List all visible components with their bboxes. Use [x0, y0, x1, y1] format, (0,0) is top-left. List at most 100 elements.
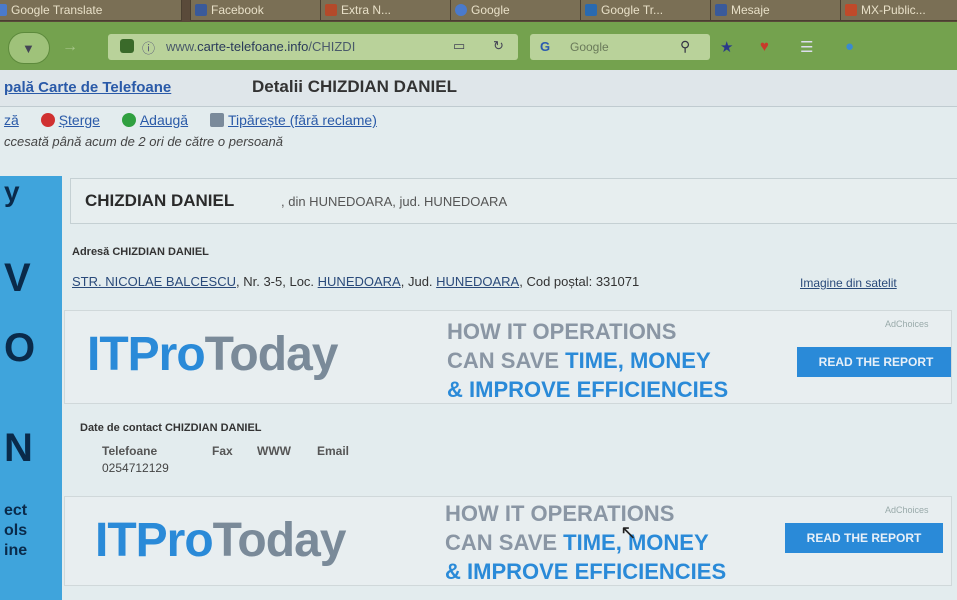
search-bar[interactable]: G Google ⚲	[530, 34, 710, 60]
contact-column-header: Fax	[212, 444, 233, 458]
url-path: /CHIZDI	[308, 39, 356, 54]
ad-banner[interactable]: ITProToday HOW IT OPERATIONS CAN SAVE TI…	[64, 496, 952, 586]
address-line: STR. NICOLAE BALCESCU, Nr. 3-5, Loc. HUN…	[72, 274, 639, 289]
locality-link[interactable]: HUNEDOARA	[318, 274, 401, 289]
left-ad-text: ect	[4, 502, 28, 519]
person-location: , din HUNEDOARA, jud. HUNEDOARA	[281, 194, 508, 209]
browser-tab[interactable]: Google Tr...	[580, 0, 727, 21]
edit-label: ză	[4, 112, 19, 128]
ad-choices-label[interactable]: AdChoices	[885, 505, 929, 515]
search-engine-icon[interactable]: G	[540, 39, 550, 54]
tab-strip: Google Translate Facebook Extra N... Goo…	[0, 0, 957, 22]
browser-tab[interactable]: Mesaje	[710, 0, 857, 21]
tab-favicon-icon	[715, 4, 727, 16]
navigation-toolbar: ▼ → ⓘ www.carte-telefoane.info/CHIZDI ▭ …	[0, 22, 957, 70]
url-domain: carte-telefoane.info	[197, 39, 309, 54]
ad-brand-it: ITPro	[87, 328, 206, 381]
add-icon	[121, 113, 136, 127]
search-icon[interactable]: ⚲	[680, 38, 690, 55]
tab-favicon-icon	[845, 4, 857, 16]
reader-view-icon[interactable]: ▭	[453, 38, 465, 54]
action-links: ză Șterge Adaugă Tipărește (fără reclame…	[4, 112, 395, 128]
address-label: Adresă CHIZDIAN DANIEL	[72, 246, 209, 258]
person-name: CHIZDIAN DANIEL	[85, 191, 235, 210]
postal-code: , Cod poștal: 331071	[519, 274, 640, 289]
tab-favicon-icon	[0, 4, 7, 16]
ad-headline: HOW IT OPERATIONS CAN SAVE TIME, MONEY &…	[447, 317, 729, 403]
edit-link[interactable]: ză	[4, 112, 19, 128]
contact-column-header: Email	[317, 444, 350, 458]
ad-brand-logo: ITProToday	[95, 513, 346, 568]
info-icon[interactable]: ⓘ	[142, 38, 155, 57]
browser-tab[interactable]: Facebook	[190, 0, 337, 21]
browser-tab[interactable]: Google Translate	[0, 0, 182, 21]
tab-label: Extra N...	[341, 3, 392, 17]
breadcrumb[interactable]: pală Carte de Telefoane	[4, 79, 171, 96]
left-ad-text: N	[4, 426, 33, 470]
page-content: pală Carte de Telefoane Detalii CHIZDIAN…	[0, 70, 957, 600]
mouse-cursor-icon: ↖	[620, 522, 637, 544]
address-number: , Nr. 3-5, Loc.	[236, 274, 318, 289]
extension-icon[interactable]: ●	[845, 38, 854, 55]
contact-column-header: Telefoane	[102, 444, 158, 458]
street-link[interactable]: STR. NICOLAE BALCESCU	[72, 274, 236, 289]
tab-label: Google Tr...	[601, 3, 664, 17]
contact-column-header: WWW	[257, 444, 291, 458]
url-prefix: www.	[166, 39, 198, 54]
ad-banner[interactable]: ITProToday HOW IT OPERATIONS CAN SAVE TI…	[64, 310, 952, 404]
tab-label: Facebook	[211, 3, 264, 17]
delete-label: Șterge	[58, 112, 100, 128]
ad-line-2b: TIME, MONEY	[565, 348, 711, 373]
ad-line-1: HOW IT OPERATIONS	[447, 319, 677, 344]
back-button[interactable]: ▼	[8, 32, 50, 64]
person-card: CHIZDIAN DANIEL , din HUNEDOARA, jud. HU…	[70, 178, 957, 224]
left-ad-strip[interactable]: y V O N ect ols ine	[0, 176, 62, 600]
browser-tab[interactable]: Extra N...	[320, 0, 467, 21]
read-report-button[interactable]: READ THE REPORT	[797, 347, 951, 377]
page-header: pală Carte de Telefoane Detalii CHIZDIAN…	[0, 70, 957, 107]
tab-label: Google	[471, 3, 510, 17]
county-prefix: , Jud.	[400, 274, 437, 289]
read-report-button[interactable]: READ THE REPORT	[785, 523, 943, 553]
chevron-down-icon: ▼	[22, 41, 35, 56]
tab-favicon-icon	[455, 4, 467, 16]
phone-number[interactable]: 0254712129	[102, 461, 169, 475]
satellite-image-link[interactable]: Imagine din satelit	[800, 276, 897, 290]
county-link[interactable]: HUNEDOARA	[436, 274, 519, 289]
url-text: www.carte-telefoane.info/CHIZDI	[166, 39, 355, 54]
tab-favicon-icon	[585, 4, 597, 16]
left-ad-text: O	[4, 326, 36, 370]
tab-favicon-icon	[195, 4, 207, 16]
ad-line-2a: CAN SAVE	[447, 348, 566, 373]
ad-brand-logo: ITProToday	[87, 327, 339, 382]
print-label: Tipărește (fără reclame)	[228, 112, 377, 128]
tab-favicon-icon	[325, 4, 337, 16]
pocket-icon[interactable]: ♥	[760, 38, 769, 55]
access-count-text: ccesată până acum de 2 ori de către o pe…	[4, 134, 283, 149]
add-link[interactable]: Adaugă	[121, 112, 188, 128]
left-ad-text: V	[4, 256, 31, 300]
bookmark-star-icon[interactable]: ★	[720, 38, 733, 56]
ad-choices-label[interactable]: AdChoices	[885, 319, 929, 329]
address-bar[interactable]: ⓘ www.carte-telefoane.info/CHIZDI ▭ ↻	[108, 34, 518, 60]
browser-tab[interactable]: Google	[450, 0, 597, 21]
tab-label: Google Translate	[11, 3, 103, 17]
left-ad-text: ols	[4, 522, 28, 539]
ad-line-3: & IMPROVE EFFICIENCIES	[447, 377, 729, 402]
ad-headline: HOW IT OPERATIONS CAN SAVE TIME, MONEY &…	[445, 499, 726, 585]
browser-tab[interactable]: MX-Public...	[840, 0, 957, 21]
contact-label: Date de contact CHIZDIAN DANIEL	[80, 422, 262, 434]
print-link[interactable]: Tipărește (fără reclame)	[210, 112, 377, 128]
reload-icon[interactable]: ↻	[493, 38, 504, 54]
contact-table: Telefoane Fax WWW Email 0254712129	[82, 436, 948, 480]
site-favicon-icon	[120, 39, 134, 53]
delete-icon	[40, 113, 55, 127]
ad-brand-today: Today	[204, 328, 339, 381]
print-icon	[210, 113, 224, 127]
forward-arrow-icon[interactable]: →	[62, 38, 78, 56]
page-title: Detalii CHIZDIAN DANIEL	[252, 77, 457, 96]
menu-icon[interactable]: ☰	[800, 38, 813, 56]
tab-label: MX-Public...	[861, 3, 926, 17]
ad-line-1: HOW IT OPERATIONS	[445, 501, 675, 526]
delete-link[interactable]: Șterge	[40, 112, 100, 128]
